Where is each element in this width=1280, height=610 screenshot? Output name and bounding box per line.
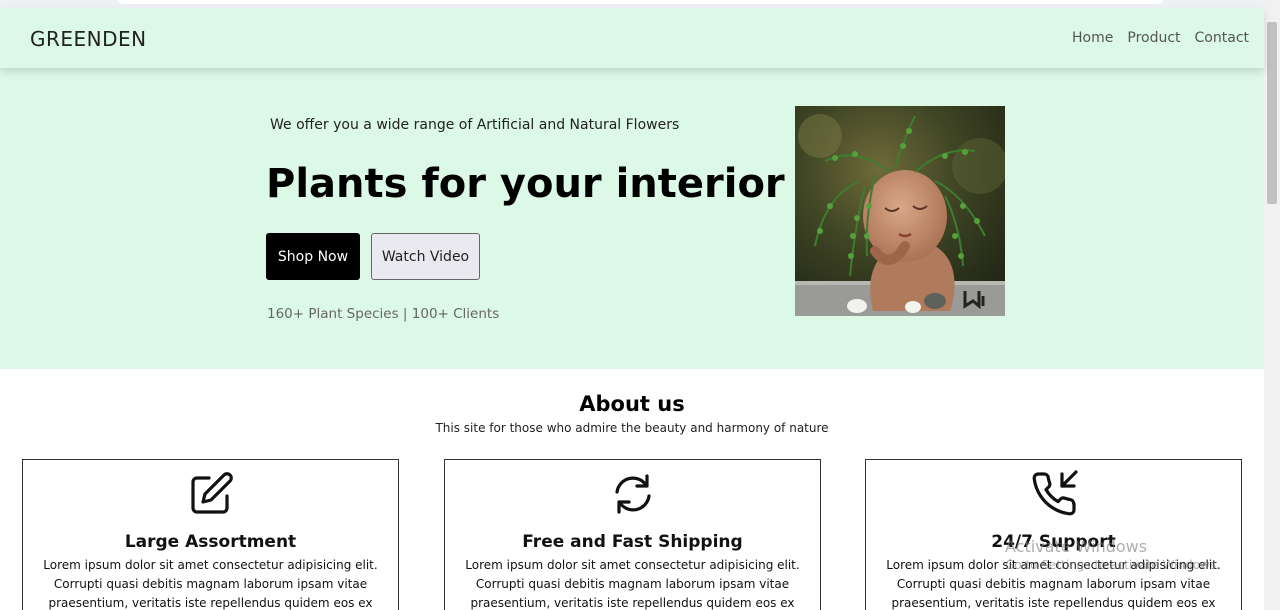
about-subtitle: This site for those who admire the beaut… [435,421,829,435]
card-title: Large Assortment [124,532,297,552]
hero-stats: 160+ Plant Species | 100+ Clients [267,306,500,322]
watch-video-button[interactable]: Watch Video [371,233,480,280]
hero-tagline: We offer you a wide range of Artificial … [270,117,680,133]
feature-card-support: 24/7 Support Lorem ipsum dolor sit amet … [865,459,1242,610]
watermark-title: Activate Windows [1005,537,1148,556]
nav-link-product[interactable]: Product [1127,30,1180,46]
nav-link-contact[interactable]: Contact [1195,30,1249,46]
feature-card-shipping: Free and Fast Shipping Lorem ipsum dolor… [444,459,821,610]
main-nav: Home Product Contact [1072,30,1249,46]
hero-headline: Plants for your interior [266,161,785,207]
brand-logo[interactable]: GREENDEN [30,27,147,51]
scrollbar-thumb[interactable] [1267,22,1277,204]
pencil-square-icon [190,472,233,514]
windows-activation-watermark: Activate Windows Go to Settings to activ… [1005,537,1220,572]
browser-top-strip [0,0,1264,8]
hero-plant-image [795,106,1005,316]
page-scrollbar[interactable] [1264,0,1280,610]
card-title: Free and Fast Shipping [522,532,743,552]
shop-now-button[interactable]: Shop Now [266,233,360,280]
card-description: Lorem ipsum dolor sit amet consectetur a… [43,558,378,610]
card-description: Lorem ipsum dolor sit amet consectetur a… [465,558,800,610]
feature-card-assortment: Large Assortment Lorem ipsum dolor sit a… [22,459,399,610]
watermark-subtitle: Go to Settings to activate Windows. [1005,558,1220,572]
about-title: About us [579,392,685,416]
refresh-arrows-icon [614,474,651,514]
navbar: GREENDEN Home Product Contact [0,8,1264,68]
hero-section: We offer you a wide range of Artificial … [0,68,1264,369]
address-bar-edge [118,0,1163,4]
nav-link-home[interactable]: Home [1072,30,1113,46]
phone-incoming-icon [1032,470,1078,516]
